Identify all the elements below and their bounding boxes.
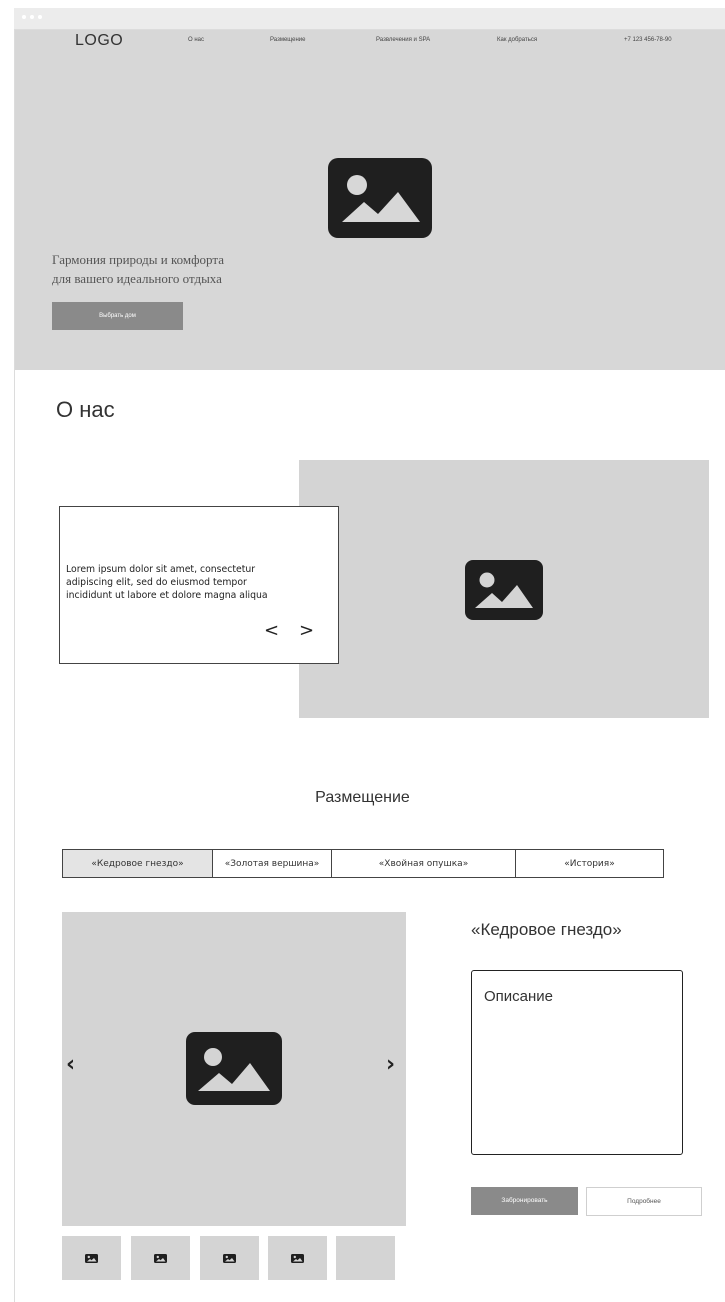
window-dot-icon[interactable] — [38, 15, 42, 19]
about-card-line: Lorem ipsum dolor sit amet, consectetur — [66, 564, 256, 575]
gallery-thumbnail[interactable] — [200, 1236, 259, 1280]
tab-istoriya[interactable]: «История» — [516, 850, 663, 877]
window-dot-icon[interactable] — [30, 15, 34, 19]
image-placeholder-icon — [186, 1032, 282, 1105]
about-image — [299, 460, 709, 718]
browser-chrome — [14, 8, 725, 30]
details-button[interactable]: Подробнее — [586, 1187, 702, 1216]
image-placeholder-icon — [291, 1254, 304, 1263]
gallery-thumbnail[interactable] — [62, 1236, 121, 1280]
hero-headline-line: для вашего идеального отдыха — [52, 271, 222, 286]
room-gallery-image: ‹ › — [62, 912, 406, 1226]
nav-item-directions[interactable]: Как добраться — [497, 37, 537, 43]
nav-item-entertainment-spa[interactable]: Развлечения и SPA — [376, 37, 430, 43]
book-button[interactable]: Забронировать — [471, 1187, 578, 1215]
hero-headline-line: Гармония природы и комфорта — [52, 252, 224, 267]
tab-kedrovoe-gnezdo[interactable]: «Кедровое гнездо» — [63, 850, 213, 877]
room-tabs: «Кедровое гнездо» «Золотая вершина» «Хво… — [62, 849, 664, 878]
about-card-line: adipiscing elit, sed do eiusmod tempor — [66, 577, 247, 588]
room-description-label: Описание — [484, 988, 554, 1005]
gallery-thumbnail[interactable] — [268, 1236, 327, 1280]
about-text-card: Lorem ipsum dolor sit amet, consectetur … — [59, 506, 339, 664]
image-placeholder-icon — [465, 560, 543, 620]
room-description-box: Описание — [471, 970, 683, 1155]
image-placeholder-icon — [154, 1254, 167, 1263]
window-dot-icon[interactable] — [22, 15, 26, 19]
nav-item-about[interactable]: О нас — [188, 37, 204, 43]
about-next-button[interactable]: > — [299, 620, 314, 641]
rooms-title: Размещение — [315, 789, 410, 806]
gallery-thumbnail[interactable] — [131, 1236, 190, 1280]
tab-zolotaya-vershina[interactable]: «Золотая вершина» — [213, 850, 332, 877]
hero-headline: Гармония природы и комфорта для вашего и… — [52, 250, 312, 288]
about-prev-button[interactable]: < — [264, 620, 279, 641]
room-name: «Кедровое гнездо» — [471, 920, 622, 939]
gallery-thumbnail-empty[interactable] — [336, 1236, 395, 1280]
about-title: О нас — [56, 397, 115, 422]
image-placeholder-icon — [223, 1254, 236, 1263]
image-placeholder-icon — [328, 158, 432, 238]
about-card-line: incididunt ut labore et dolore magna ali… — [66, 590, 268, 601]
window-controls — [22, 15, 42, 19]
gallery-prev-button[interactable]: ‹ — [66, 1052, 75, 1077]
gallery-next-button[interactable]: › — [386, 1052, 395, 1077]
about-card-text: Lorem ipsum dolor sit amet, consectetur … — [66, 563, 336, 602]
choose-house-button[interactable]: Выбрать дом — [52, 302, 183, 330]
nav-item-accommodation[interactable]: Размещение — [270, 37, 306, 43]
site-logo[interactable]: LOGO — [75, 32, 123, 50]
image-placeholder-icon — [85, 1254, 98, 1263]
tab-khvoynaya-opushka[interactable]: «Хвойная опушка» — [332, 850, 516, 877]
nav-phone-link[interactable]: +7 123 456-78-90 — [624, 37, 672, 43]
